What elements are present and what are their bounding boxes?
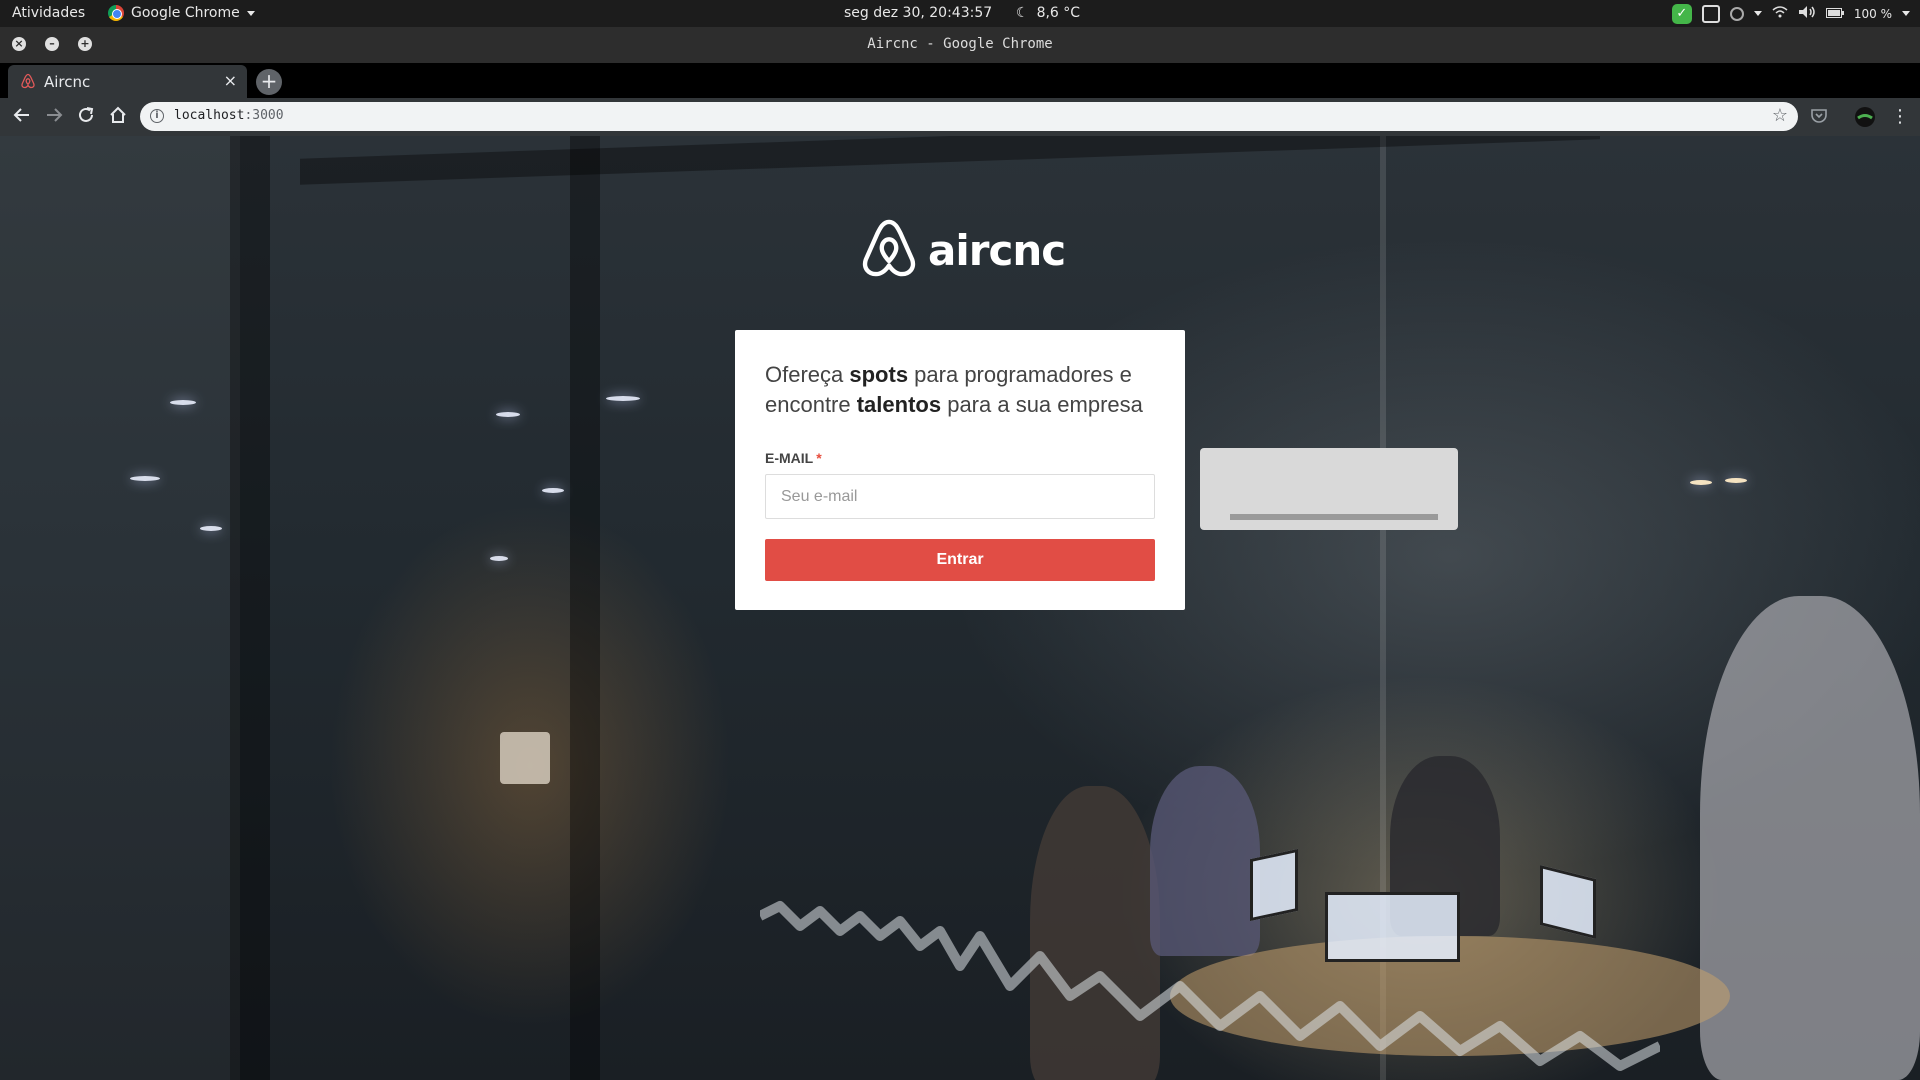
window-title: Aircnc - Google Chrome bbox=[867, 36, 1053, 52]
airbnb-logo-icon bbox=[860, 216, 918, 284]
check-icon[interactable]: ✓ bbox=[1671, 3, 1692, 24]
chevron-down-icon bbox=[1753, 11, 1762, 16]
tab-strip: Aircnc × + bbox=[0, 63, 1920, 98]
ceiling-light bbox=[170, 400, 196, 405]
email-field[interactable] bbox=[765, 474, 1155, 519]
more-menu-icon[interactable]: ⋮ bbox=[1888, 105, 1912, 129]
email-label: E-MAIL * bbox=[765, 450, 1155, 466]
new-tab-button[interactable]: + bbox=[256, 69, 282, 95]
app-menu-label: Google Chrome bbox=[131, 5, 240, 21]
weather-indicator[interactable]: ☾ 8,6 °C bbox=[1016, 5, 1080, 21]
person bbox=[1700, 596, 1920, 1080]
required-mark: * bbox=[816, 450, 822, 466]
headline: Ofereça spots para programadores e encon… bbox=[765, 360, 1155, 420]
ceiling-light bbox=[130, 476, 160, 481]
pocket-extension-icon[interactable] bbox=[1810, 107, 1830, 127]
info-icon[interactable]: i bbox=[150, 109, 164, 123]
reload-icon[interactable] bbox=[74, 105, 98, 129]
ceiling-light bbox=[200, 526, 222, 531]
system-tray[interactable]: ✓ 100 % bbox=[1671, 0, 1910, 27]
profile-avatar[interactable] bbox=[1855, 107, 1875, 127]
ceiling-beam bbox=[300, 136, 1600, 185]
moon-icon: ☾ bbox=[1016, 5, 1029, 21]
chrome-icon bbox=[108, 5, 124, 21]
wifi-icon bbox=[1772, 6, 1788, 21]
chair bbox=[500, 732, 550, 784]
notes-icon[interactable] bbox=[1701, 4, 1720, 23]
chevron-down-icon bbox=[1902, 11, 1910, 16]
air-conditioner bbox=[1200, 448, 1458, 530]
forward-arrow-icon[interactable] bbox=[42, 105, 66, 129]
tab-aircnc[interactable]: Aircnc × bbox=[8, 65, 247, 98]
glass-panel bbox=[0, 136, 240, 1080]
glass-decal bbox=[760, 901, 1660, 1071]
submit-button[interactable]: Entrar bbox=[765, 539, 1155, 581]
ceiling-light bbox=[542, 488, 564, 493]
airbnb-favicon-icon bbox=[20, 73, 36, 89]
login-card: Ofereça spots para programadores e encon… bbox=[735, 330, 1185, 610]
logo-text: aircnc bbox=[928, 225, 1066, 275]
aircnc-logo: aircnc bbox=[860, 216, 1066, 284]
activities-button[interactable]: Atividades bbox=[12, 5, 85, 21]
battery-icon bbox=[1825, 7, 1844, 21]
ceiling-light bbox=[490, 556, 508, 561]
volume-icon bbox=[1798, 5, 1816, 22]
weather-temperature: 8,6 °C bbox=[1036, 5, 1081, 21]
back-arrow-icon[interactable] bbox=[10, 105, 34, 129]
status-circle-icon[interactable] bbox=[1729, 6, 1744, 21]
ceiling-light bbox=[606, 396, 640, 401]
page-viewport: aircnc Ofereça spots para programadores … bbox=[0, 136, 1920, 1080]
clock[interactable]: seg dez 30, 20:43:57 bbox=[844, 5, 992, 21]
tab-title: Aircnc bbox=[44, 73, 91, 91]
url-text[interactable]: localhost:3000 bbox=[174, 108, 284, 123]
address-bar[interactable]: i localhost:3000 ☆ bbox=[140, 102, 1798, 131]
headline-text: Ofereça bbox=[765, 362, 850, 387]
ceiling-light bbox=[1725, 478, 1747, 483]
bookmark-star-icon[interactable]: ☆ bbox=[1772, 105, 1788, 126]
headline-emphasis: spots bbox=[849, 362, 909, 387]
app-menu[interactable]: Google Chrome bbox=[108, 5, 255, 21]
ceiling-light bbox=[496, 412, 520, 417]
email-label-text: E-MAIL bbox=[765, 450, 814, 466]
battery-percentage: 100 % bbox=[1853, 6, 1892, 21]
system-top-bar: Atividades Google Chrome seg dez 30, 20:… bbox=[0, 0, 1920, 27]
chevron-down-icon bbox=[246, 10, 255, 16]
url-host: localhost bbox=[174, 108, 245, 123]
headline-emphasis: talentos bbox=[856, 392, 942, 417]
ceiling-light bbox=[1690, 480, 1712, 485]
pillar bbox=[570, 136, 600, 1080]
window-title-bar: × – + Aircnc - Google Chrome bbox=[0, 27, 1920, 63]
headline-text: para a sua empresa bbox=[941, 392, 1143, 417]
browser-toolbar: i localhost:3000 ☆ ⋮ bbox=[0, 98, 1920, 136]
home-icon[interactable] bbox=[106, 105, 130, 129]
url-port: :3000 bbox=[244, 108, 284, 123]
close-tab-icon[interactable]: × bbox=[224, 71, 237, 90]
